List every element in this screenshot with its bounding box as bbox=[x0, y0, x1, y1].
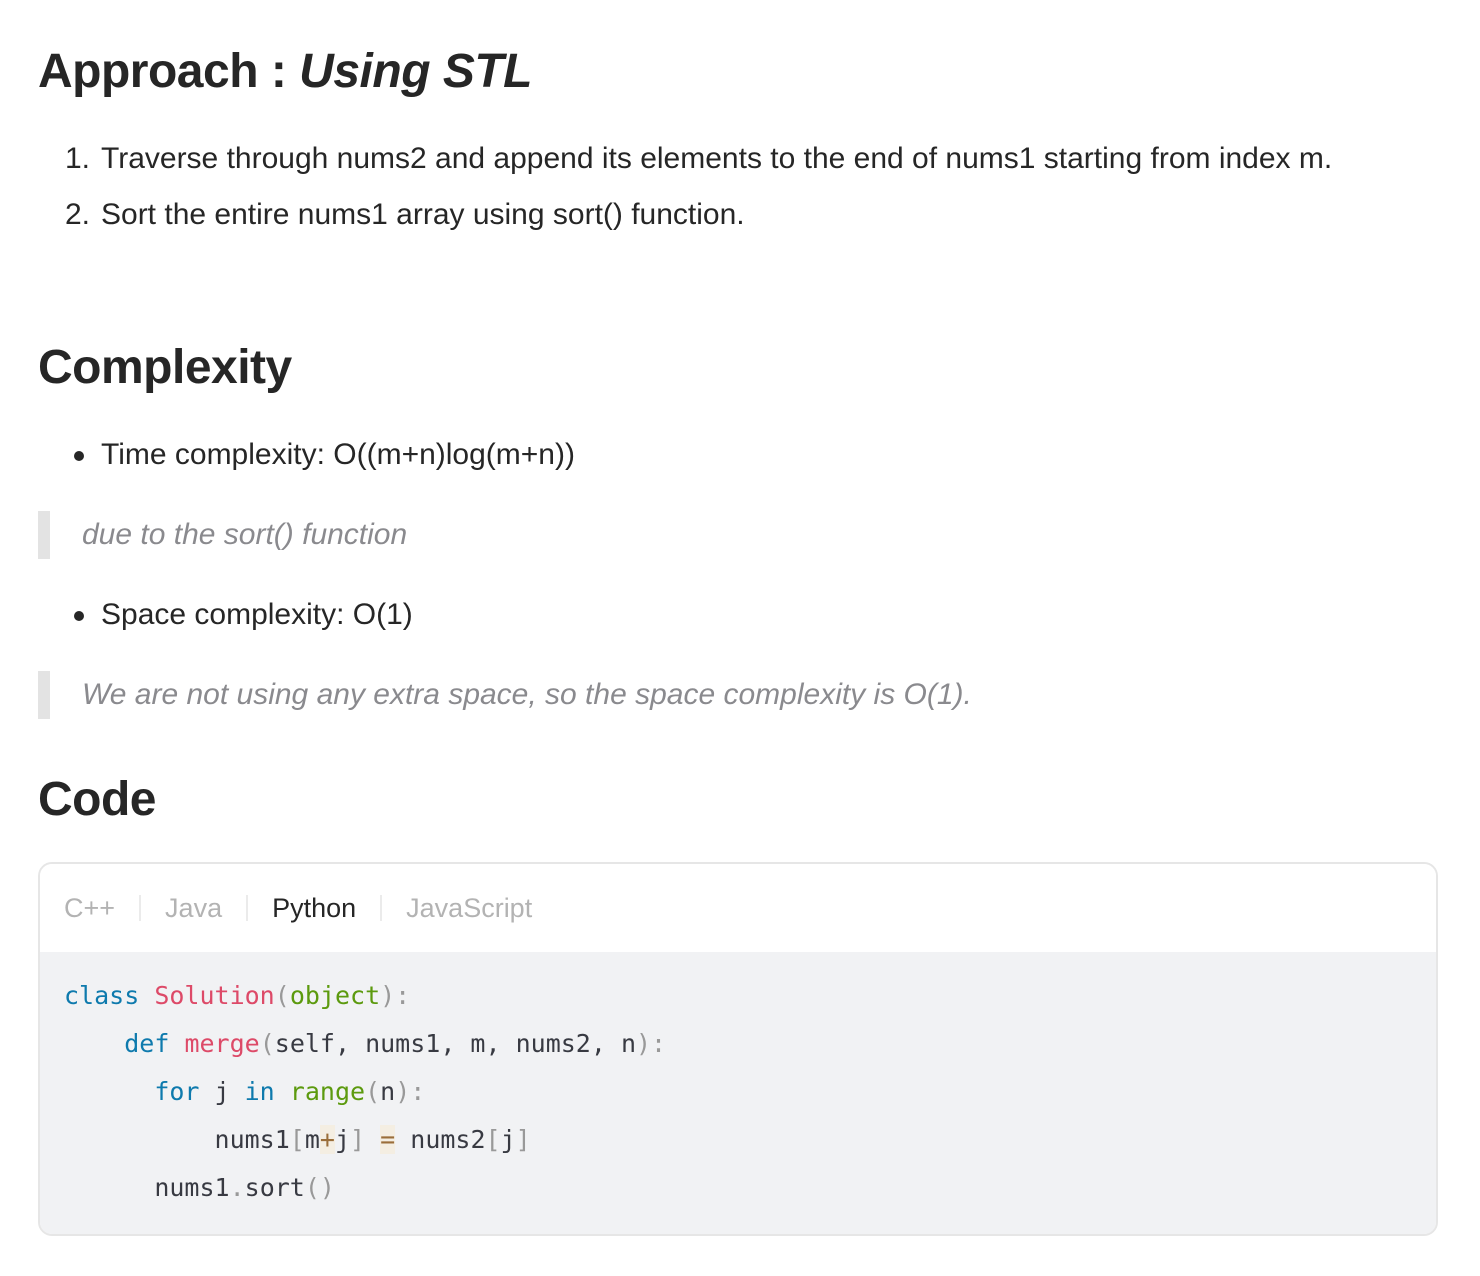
step-text: Traverse through nums2 and append its el… bbox=[101, 142, 1333, 175]
code-token: . bbox=[229, 1173, 245, 1202]
code-token: self, nums1, m, nums2, n bbox=[274, 1029, 636, 1058]
code-token: = bbox=[380, 1125, 396, 1154]
code-token: class bbox=[64, 981, 140, 1010]
code-token: merge bbox=[184, 1029, 260, 1058]
code-token: ] bbox=[515, 1125, 531, 1154]
code-token: j bbox=[199, 1077, 245, 1106]
step-number: 1. bbox=[65, 142, 91, 175]
tab-javascript[interactable]: JavaScript bbox=[406, 893, 532, 924]
space-complexity-text: Space complexity: O(1) bbox=[101, 598, 413, 631]
code-block: C++ Java Python JavaScript class Solutio… bbox=[38, 862, 1438, 1236]
code-token: in bbox=[244, 1077, 275, 1106]
code-token: () bbox=[304, 1173, 335, 1202]
space-complexity-note-text: We are not using any extra space, so the… bbox=[82, 678, 972, 711]
code-token: Solution bbox=[154, 981, 275, 1010]
code-line: nums1[m+j] = nums2[j] bbox=[64, 1116, 1436, 1164]
code-token: + bbox=[319, 1125, 335, 1154]
tab-cpp[interactable]: C++ bbox=[64, 893, 115, 924]
code-token: object bbox=[289, 981, 381, 1010]
code-token: ( bbox=[259, 1029, 275, 1058]
code-token: ): bbox=[636, 1029, 667, 1058]
tab-divider bbox=[139, 895, 142, 921]
time-complexity-note: due to the sort() function bbox=[38, 511, 407, 559]
tab-divider bbox=[246, 895, 249, 921]
code-token: nums1 bbox=[214, 1125, 290, 1154]
code-token: sort bbox=[244, 1173, 305, 1202]
bullet-dot-icon bbox=[74, 611, 84, 621]
code-token: ( bbox=[365, 1077, 381, 1106]
list-item: 1. Traverse through nums2 and append its… bbox=[65, 135, 1441, 183]
code-token: ): bbox=[395, 1077, 426, 1106]
code-token: range bbox=[289, 1077, 366, 1106]
space-complexity-note: We are not using any extra space, so the… bbox=[38, 671, 972, 719]
code-token: for bbox=[154, 1077, 200, 1106]
code-token: j bbox=[500, 1125, 516, 1154]
code-token: nums1 bbox=[154, 1173, 230, 1202]
step-number: 2. bbox=[65, 198, 91, 231]
code-token: j bbox=[334, 1125, 351, 1154]
code-line: def merge(self, nums1, m, nums2, n): bbox=[64, 1020, 1436, 1068]
tab-python[interactable]: Python bbox=[272, 893, 356, 924]
step-text: Sort the entire nums1 array using sort()… bbox=[101, 198, 745, 231]
code-token: [ bbox=[485, 1125, 501, 1154]
time-complexity-text: Time complexity: O((m+n)log(m+n)) bbox=[101, 438, 575, 471]
code-token: ): bbox=[380, 981, 411, 1010]
approach-heading-prefix: Approach : bbox=[38, 45, 300, 98]
code-heading: Code bbox=[38, 773, 157, 826]
time-complexity-note-text: due to the sort() function bbox=[82, 518, 408, 551]
tab-divider bbox=[380, 895, 383, 921]
code-token: nums2 bbox=[410, 1125, 486, 1154]
code-token: [ bbox=[289, 1125, 305, 1154]
code-token: m bbox=[304, 1125, 320, 1154]
code-line: for j in range(n): bbox=[64, 1068, 1436, 1116]
list-item: 2. Sort the entire nums1 array using sor… bbox=[65, 191, 1441, 239]
code-line: class Solution(object): bbox=[64, 972, 1436, 1020]
language-tabs: C++ Java Python JavaScript bbox=[40, 864, 1436, 952]
bullet-dot-icon bbox=[74, 451, 84, 461]
approach-heading: Approach : Using STL bbox=[38, 48, 532, 96]
code-line: nums1.sort() bbox=[64, 1164, 1436, 1212]
complexity-heading: Complexity bbox=[38, 341, 292, 394]
approach-steps-list: 1. Traverse through nums2 and append its… bbox=[38, 135, 1441, 247]
time-complexity-item: Time complexity: O((m+n)log(m+n)) bbox=[38, 431, 575, 479]
tab-java[interactable]: Java bbox=[165, 893, 222, 924]
code-token: ] bbox=[350, 1125, 366, 1154]
code-token: ( bbox=[274, 981, 290, 1010]
code-token: def bbox=[124, 1029, 170, 1058]
code-content[interactable]: class Solution(object): def merge(self, … bbox=[40, 952, 1436, 1234]
code-token: n bbox=[380, 1077, 396, 1106]
space-complexity-item: Space complexity: O(1) bbox=[38, 591, 413, 639]
approach-heading-emphasis: Using STL bbox=[299, 45, 532, 98]
